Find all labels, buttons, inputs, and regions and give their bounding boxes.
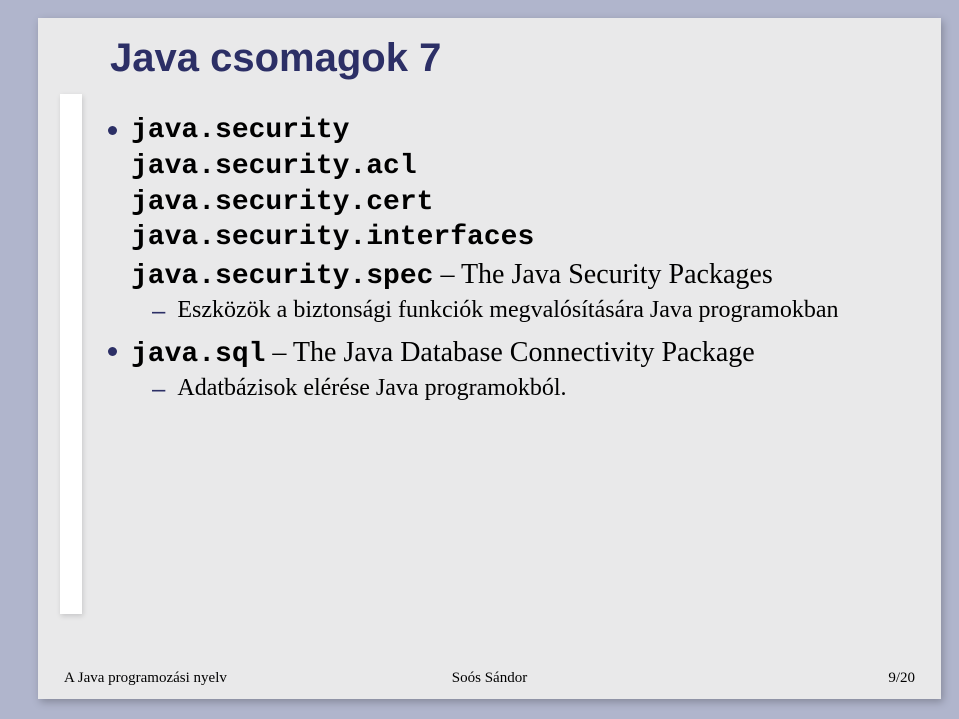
sub-bullet: – Adatbázisok elérése Java programokból. xyxy=(152,373,901,406)
bullet-dot-icon xyxy=(108,126,117,135)
sub-text: Eszközök a biztonsági funkciók megvalósí… xyxy=(177,295,838,327)
bullet-item: java.sql – The Java Database Connectivit… xyxy=(108,334,901,373)
accent-bar xyxy=(60,94,82,614)
desc-text: – The Java Database Connectivity Package xyxy=(265,337,754,368)
bullet-body: java.sql – The Java Database Connectivit… xyxy=(131,334,901,373)
dash-icon: – xyxy=(152,297,165,328)
dash-icon: – xyxy=(152,375,165,406)
footer-page-number: 9/20 xyxy=(888,670,915,687)
code-line: java.security.interfaces xyxy=(131,220,901,256)
code-with-desc: java.security.spec – The Java Security P… xyxy=(131,256,901,295)
slide-footer: A Java programozási nyelv Soós Sándor 9/… xyxy=(64,670,915,687)
slide-title: Java csomagok 7 xyxy=(110,36,441,81)
sub-bullet: – Eszközök a biztonsági funkciók megvaló… xyxy=(152,295,901,328)
footer-left: A Java programozási nyelv xyxy=(64,670,227,687)
bullet-body: java.security java.security.acl java.sec… xyxy=(131,113,901,295)
slide-content: java.security java.security.acl java.sec… xyxy=(108,113,901,405)
sub-text: Adatbázisok elérése Java programokból. xyxy=(177,373,566,405)
code-line: java.security xyxy=(131,113,901,149)
bullet-dot-icon xyxy=(108,347,117,356)
desc-text: – The Java Security Packages xyxy=(433,259,772,290)
code-line: java.security.acl xyxy=(131,149,901,185)
code-line: java.security.cert xyxy=(131,185,901,221)
code-text: java.security.spec xyxy=(131,261,433,292)
slide-background: Java csomagok 7 java.security java.secur… xyxy=(38,18,941,699)
code-text: java.sql xyxy=(131,339,265,370)
bullet-item: java.security java.security.acl java.sec… xyxy=(108,113,901,295)
